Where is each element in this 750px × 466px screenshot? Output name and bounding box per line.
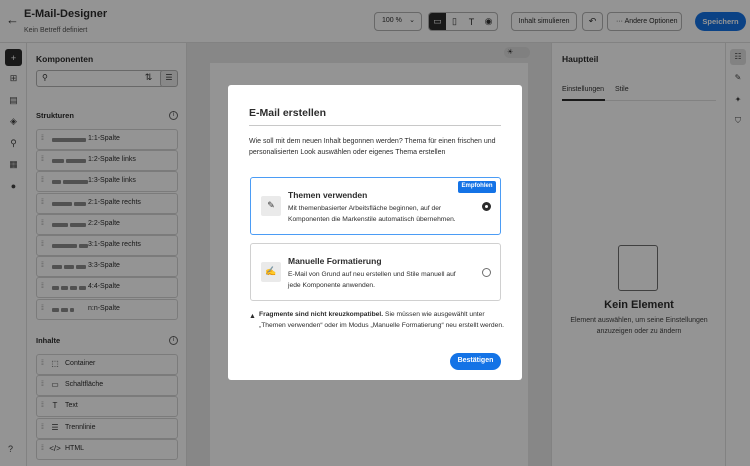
option-description: Mit themenbasierter Arbeitsfläche beginn… bbox=[288, 205, 456, 223]
dialog-title: E-Mail erstellen bbox=[249, 107, 327, 119]
option-manual-formatting[interactable]: ✍ Manuelle Formatierung E-Mail von Grund… bbox=[250, 243, 501, 301]
option-radio[interactable] bbox=[482, 202, 491, 211]
warning-icon: ▲ bbox=[249, 313, 256, 320]
option-title: Manuelle Formatierung bbox=[288, 256, 382, 266]
option-description: E-Mail von Grund auf neu erstellen und S… bbox=[288, 271, 456, 289]
option-use-themes[interactable]: ✎ Themen verwenden Mit themenbasierter A… bbox=[250, 177, 501, 235]
recommended-badge: Empfohlen bbox=[458, 181, 496, 193]
warning-bold: Fragmente sind nicht kreuzkompatibel. bbox=[259, 311, 384, 318]
dialog-description: Wie soll mit dem neuen Inhalt begonnen w… bbox=[249, 138, 496, 156]
create-email-dialog: E-Mail erstellen Wie soll mit dem neuen … bbox=[228, 85, 522, 380]
edit-icon: ✍ bbox=[261, 262, 281, 282]
confirm-button[interactable]: Bestätigen bbox=[450, 353, 501, 370]
warning-message: Fragmente sind nicht kreuzkompatibel. Si… bbox=[259, 309, 504, 331]
option-title: Themen verwenden bbox=[288, 190, 368, 200]
paintbrush-icon: ✎ bbox=[261, 196, 281, 216]
dialog-divider bbox=[249, 125, 501, 126]
option-radio[interactable] bbox=[482, 268, 491, 277]
